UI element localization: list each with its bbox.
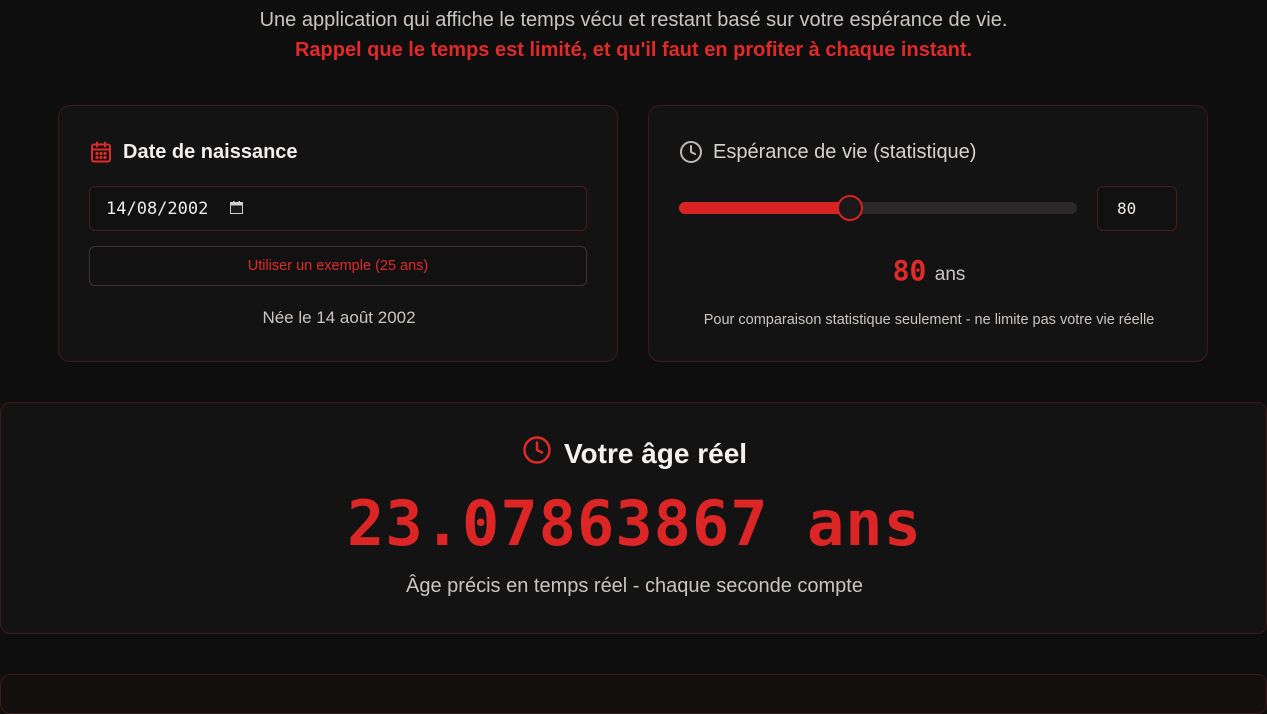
clock-icon <box>522 435 552 472</box>
real-age-title: Votre âge réel <box>1 435 1267 472</box>
life-expectancy-unit: ans <box>934 264 966 285</box>
intro: Une application qui affiche le temps véc… <box>0 6 1267 66</box>
life-expectancy-input-value: 80 <box>1117 199 1137 218</box>
birth-date-title: Date de naissance <box>89 140 298 164</box>
life-expectancy-card: Espérance de vie (statistique) 80 80 ans… <box>648 105 1208 362</box>
next-section-card <box>0 674 1267 714</box>
date-picker-icon[interactable] <box>230 199 244 219</box>
life-expectancy-note: Pour comparaison statistique seulement -… <box>703 312 1155 328</box>
birth-date-title-label: Date de naissance <box>123 140 298 163</box>
life-expectancy-input[interactable]: 80 <box>1097 186 1177 231</box>
life-expectancy-title-label: Espérance de vie (statistique) <box>713 140 977 163</box>
real-age-title-label: Votre âge réel <box>563 437 748 469</box>
real-age-card: Votre âge réel 23.07863867 ans Âge préci… <box>0 402 1267 634</box>
life-expectancy-number: 80 <box>892 254 927 287</box>
slider-fill <box>679 202 850 214</box>
use-example-button[interactable]: Utiliser un exemple (25 ans) <box>89 246 587 286</box>
birth-date-value: 14/08/2002 <box>106 198 209 219</box>
life-expectancy-title: Espérance de vie (statistique) <box>679 140 976 164</box>
intro-reminder: Rappel que le temps est limité, et qu'il… <box>294 39 973 61</box>
birth-date-input[interactable]: 14/08/2002 <box>89 186 587 231</box>
real-age-value: 23.07863867 ans <box>347 487 922 560</box>
clock-icon <box>679 140 703 164</box>
calendar-icon <box>89 140 113 164</box>
life-expectancy-display: 80 ans <box>649 254 1209 287</box>
intro-description: Une application qui affiche le temps véc… <box>259 9 1008 31</box>
life-expectancy-slider[interactable] <box>679 195 1077 221</box>
birth-date-card: Date de naissance 14/08/2002 Utiliser un… <box>58 105 618 362</box>
slider-thumb[interactable] <box>837 195 863 221</box>
born-date-text: Née le 14 août 2002 <box>262 308 416 327</box>
real-age-subtitle: Âge précis en temps réel - chaque second… <box>406 575 863 597</box>
